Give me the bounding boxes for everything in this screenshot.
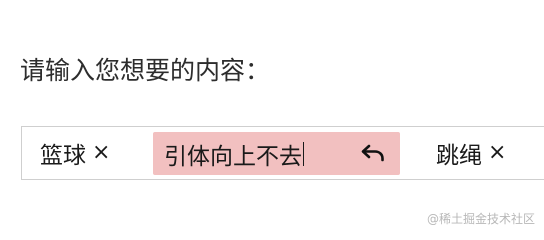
tag-jumprope: 跳绳 × (436, 127, 506, 179)
tag-edit-field[interactable]: 引体向上不去 (153, 132, 400, 175)
prompt-label: 请输入您想要的内容： (20, 56, 271, 85)
tag-edit-text[interactable]: 引体向上不去 (164, 137, 302, 171)
tag-label: 篮球 (40, 143, 86, 169)
tag-remove-button[interactable]: × (488, 142, 506, 164)
tag-remove-button[interactable]: × (92, 142, 110, 164)
page: 请输入您想要的内容： 篮球 × 引体向上不去 跳绳 × @稀土掘金技术社区 (0, 0, 544, 238)
undo-icon (361, 144, 384, 162)
tag-basketball: 篮球 × (40, 127, 110, 179)
undo-button[interactable] (360, 142, 386, 164)
text-caret (303, 141, 304, 166)
watermark: @稀土掘金技术社区 (426, 212, 535, 226)
tag-label: 跳绳 (436, 143, 482, 169)
tag-input[interactable]: 篮球 × 引体向上不去 跳绳 × (21, 126, 544, 180)
